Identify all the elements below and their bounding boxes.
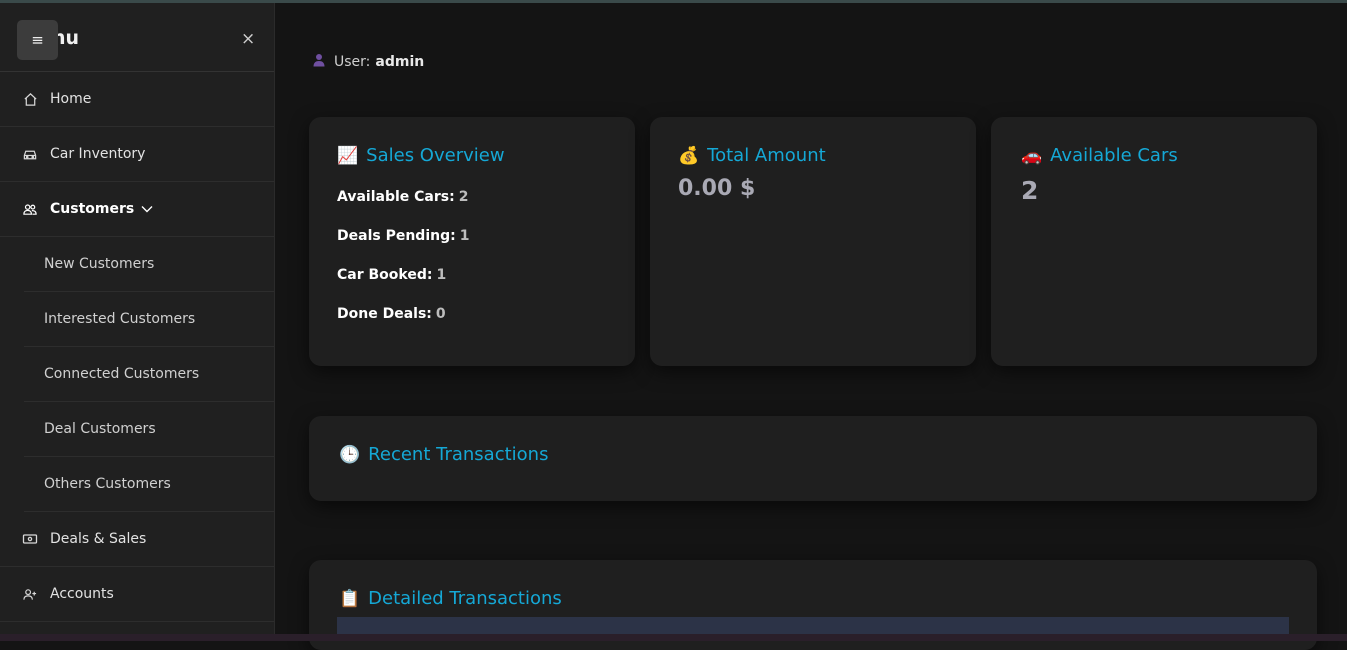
- sidebar-subitem-deal-customers[interactable]: Deal Customers: [24, 402, 274, 457]
- users-icon: [22, 201, 38, 217]
- hamburger-icon: ≡: [31, 31, 44, 49]
- stat-label: Deals Pending:: [337, 228, 456, 244]
- user-label: User:: [334, 54, 371, 70]
- user-name: admin: [375, 54, 425, 70]
- card-title-text: Total Amount: [707, 145, 826, 166]
- card-title: 💰 Total Amount: [678, 145, 948, 166]
- stat-value: 1: [459, 228, 470, 244]
- sidebar-item-accounts[interactable]: Accounts: [0, 567, 274, 622]
- sidebar-subitem-interested-customers[interactable]: Interested Customers: [24, 292, 274, 347]
- stat-deals-pending: Deals Pending: 1: [337, 228, 607, 244]
- card-title-text: Detailed Transactions: [368, 588, 562, 609]
- card-title-text: Available Cars: [1050, 145, 1178, 166]
- sidebar-subitem-connected-customers[interactable]: Connected Customers: [24, 347, 274, 402]
- sidebar-item-label: Accounts: [50, 586, 114, 602]
- sidebar: nu ≡ × Home Car Inventory Customers New …: [0, 3, 275, 634]
- available-cars-value: 2: [1021, 176, 1039, 205]
- stat-done-deals: Done Deals: 0: [337, 306, 607, 322]
- window-bottom-border: [0, 634, 1347, 641]
- stat-label: Available Cars:: [337, 189, 455, 205]
- sidebar-subitem-new-customers[interactable]: New Customers: [24, 237, 274, 292]
- money-bag-icon: 💰: [678, 145, 700, 166]
- sidebar-item-label: Customers: [50, 201, 135, 217]
- sidebar-item-customers[interactable]: Customers: [0, 182, 274, 237]
- total-amount-value: 0.00 $: [678, 176, 756, 201]
- close-sidebar-button[interactable]: ×: [241, 29, 255, 49]
- cash-icon: [22, 531, 38, 547]
- chevron-down-icon[interactable]: [140, 204, 154, 214]
- recent-transactions-card: 🕒 Recent Transactions: [309, 416, 1317, 501]
- card-title: 🕒 Recent Transactions: [339, 444, 1287, 465]
- card-title-text: Recent Transactions: [368, 444, 549, 465]
- current-user: User: admin: [312, 53, 424, 71]
- stat-value: 2: [458, 189, 469, 205]
- available-cars-card: 🚗 Available Cars 2: [991, 117, 1317, 366]
- chart-up-icon: 📈: [337, 145, 359, 166]
- sidebar-item-home[interactable]: Home: [0, 72, 274, 127]
- sidebar-header: nu ≡ ×: [0, 3, 274, 72]
- clipboard-icon: 📋: [339, 588, 361, 609]
- menu-toggle-button[interactable]: ≡: [17, 20, 58, 60]
- main-content: User: admin 📈 Sales Overview Available C…: [276, 3, 1347, 650]
- sidebar-item-deals-sales[interactable]: Deals & Sales: [0, 512, 274, 567]
- sidebar-subitem-others-customers[interactable]: Others Customers: [24, 457, 274, 512]
- total-amount-card: 💰 Total Amount 0.00 $: [650, 117, 976, 366]
- sidebar-item-label: Deals & Sales: [50, 531, 147, 547]
- stat-value: 1: [436, 267, 447, 283]
- clock-icon: 🕒: [339, 444, 361, 465]
- stat-car-booked: Car Booked: 1: [337, 267, 607, 283]
- user-icon: [312, 53, 326, 71]
- sidebar-item-car-inventory[interactable]: Car Inventory: [0, 127, 274, 182]
- home-icon: [22, 91, 38, 107]
- car-icon: 🚗: [1021, 145, 1043, 166]
- user-plus-icon: [22, 586, 38, 602]
- stat-label: Done Deals:: [337, 306, 432, 322]
- sidebar-item-label: Car Inventory: [50, 146, 146, 162]
- sidebar-item-label: Home: [50, 91, 92, 107]
- stat-label: Car Booked:: [337, 267, 433, 283]
- card-title: 🚗 Available Cars: [1021, 145, 1287, 166]
- card-title: 📈 Sales Overview: [337, 145, 607, 166]
- sales-overview-card: 📈 Sales Overview Available Cars: 2 Deals …: [309, 117, 635, 366]
- stat-available-cars: Available Cars: 2: [337, 189, 607, 205]
- stat-value: 0: [435, 306, 446, 322]
- card-title-text: Sales Overview: [366, 145, 505, 166]
- card-title: 📋 Detailed Transactions: [339, 588, 1287, 609]
- car-icon: [22, 146, 38, 162]
